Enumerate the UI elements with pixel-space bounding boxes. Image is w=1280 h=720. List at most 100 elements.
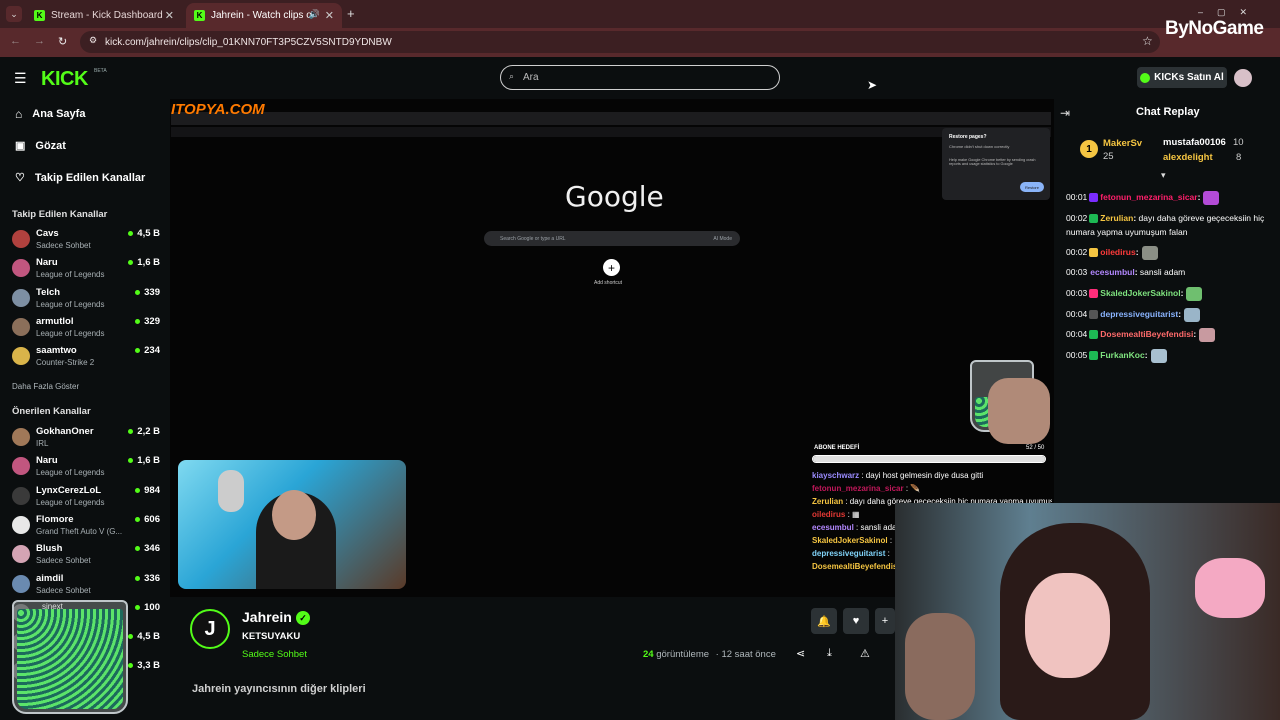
chat-username[interactable]: ecesumbul bbox=[1090, 267, 1134, 277]
channel-category: League of Legends bbox=[36, 497, 105, 507]
channel-name: Naru bbox=[36, 257, 58, 269]
tab-kick-dashboard[interactable]: K Stream - Kick Dashboard ✕ bbox=[26, 3, 182, 28]
chat-timestamp: 00:04 bbox=[1066, 309, 1088, 319]
viewer-count-value: 346 bbox=[144, 543, 160, 555]
search-input[interactable]: ⌕ Ara bbox=[500, 65, 780, 90]
viewer-count-value: 4,5 B bbox=[137, 228, 160, 239]
forward-icon[interactable]: → bbox=[34, 35, 45, 47]
leader-3-count: 8 bbox=[1236, 152, 1242, 163]
channel-avatar bbox=[12, 347, 30, 366]
channel-row[interactable]: Naru League of Legends 1,6 B bbox=[12, 255, 162, 283]
share-icon[interactable]: ⋖ bbox=[796, 647, 805, 660]
gift-button[interactable]: + bbox=[875, 608, 895, 634]
viewer-count-value: 234 bbox=[144, 345, 160, 357]
nav-home-label: Ana Sayfa bbox=[32, 108, 86, 120]
channel-row[interactable]: Naru League of Legends 1,6 B bbox=[12, 453, 162, 481]
google-logo: Google bbox=[565, 180, 664, 213]
new-tab-button[interactable]: + bbox=[347, 6, 355, 21]
chat-title: Chat Replay bbox=[1136, 106, 1200, 118]
show-more-link[interactable]: Daha Fazla Göster bbox=[12, 382, 79, 391]
chat-username[interactable]: depressiveguitarist bbox=[1100, 309, 1178, 319]
user-badge-icon bbox=[1089, 214, 1099, 224]
channel-name: armutlol bbox=[36, 315, 74, 327]
browse-icon: ▣ bbox=[15, 140, 26, 152]
leader-2-name[interactable]: mustafa00106 bbox=[1163, 137, 1226, 148]
channel-avatar[interactable]: J bbox=[190, 609, 230, 649]
chat-username[interactable]: FurkanKoc bbox=[1100, 350, 1144, 360]
channel-row[interactable]: saamtwo Counter-Strike 2 234 bbox=[12, 343, 162, 371]
leader-3-name[interactable]: alexdelight bbox=[1163, 152, 1213, 163]
nav-following[interactable]: ♡ Takip Edilen Kanallar bbox=[15, 171, 145, 185]
url-field[interactable]: ⚙ kick.com/jahrein/clips/clip_01KNN70FT3… bbox=[80, 31, 1160, 53]
download-icon[interactable]: ⤓ bbox=[827, 647, 832, 660]
channel-row[interactable]: Flomore Grand Theft Auto V (G... 606 bbox=[12, 512, 162, 540]
chat-message: 00:02 oiledirus: bbox=[1066, 245, 1276, 260]
notification-bell-button[interactable]: 🔔 bbox=[811, 608, 837, 634]
in-video-chat-user: SkaledJokerSakinol bbox=[812, 536, 888, 545]
channel-row[interactable]: GokhanOner IRL 2,2 B bbox=[12, 424, 162, 452]
microphone bbox=[218, 470, 244, 512]
channel-avatar bbox=[12, 457, 30, 476]
channel-row[interactable]: LynxCerezLoL League of Legends 984 bbox=[12, 483, 162, 511]
close-tab-icon[interactable]: ✕ bbox=[165, 9, 174, 22]
channel-row[interactable]: Blush Sadece Sohbet 346 bbox=[12, 541, 162, 569]
bookmark-star-icon[interactable]: ☆ bbox=[1142, 34, 1153, 48]
chat-username[interactable]: SkaledJokerSakinol bbox=[1100, 288, 1180, 298]
reload-icon[interactable]: ↻ bbox=[58, 35, 67, 48]
site-info-icon[interactable]: ⚙ bbox=[89, 35, 97, 46]
chat-username[interactable]: Zerulian bbox=[1100, 213, 1133, 223]
sub-goal-progress-fill bbox=[813, 456, 1045, 462]
mouse-cursor-icon: ➤ bbox=[867, 78, 878, 92]
other-clips-heading: Jahrein yayıncısının diğer klipleri bbox=[192, 683, 366, 695]
channel-row[interactable]: Telch League of Legends 339 bbox=[12, 285, 162, 313]
chat-username[interactable]: DosemealtiBeyefendisi bbox=[1100, 329, 1193, 339]
buy-kicks-button[interactable]: KICKs Satın Al bbox=[1137, 67, 1227, 88]
chat-username[interactable]: oiledirus bbox=[1100, 247, 1135, 257]
report-icon[interactable]: ⚠ bbox=[860, 647, 870, 660]
user-badge-icon bbox=[1089, 351, 1099, 361]
viewer-count-value: 336 bbox=[144, 572, 160, 584]
hamburger-menu-icon[interactable]: ☰ bbox=[14, 70, 27, 87]
chat-timestamp: 00:03 bbox=[1066, 288, 1088, 298]
tab-list-button[interactable]: ⌄ bbox=[6, 6, 22, 22]
close-tab-icon[interactable]: ✕ bbox=[325, 9, 334, 22]
restore-button: Restore bbox=[1020, 182, 1044, 192]
view-label: görüntüleme bbox=[656, 649, 710, 660]
kick-favicon-icon: K bbox=[194, 10, 205, 21]
kick-logo[interactable]: KICK bbox=[41, 68, 88, 91]
leader-rank-badge: 1 bbox=[1080, 140, 1098, 158]
nav-home[interactable]: ⌂ Ana Sayfa bbox=[15, 107, 85, 121]
sub-goal-title: ABONE HEDEFİ bbox=[814, 445, 860, 451]
leader-1-count: 25 bbox=[1103, 151, 1114, 162]
stream-bookmarks-bar bbox=[171, 127, 1051, 137]
nav-browse[interactable]: ▣ Gözat bbox=[15, 139, 66, 153]
live-dot-icon bbox=[128, 231, 134, 236]
chat-timestamp: 00:03 bbox=[1066, 267, 1088, 277]
in-video-chat-user: kiayschwarz bbox=[812, 471, 860, 480]
channel-name: Telch bbox=[36, 286, 61, 298]
category-link[interactable]: Sadece Sohbet bbox=[242, 649, 307, 660]
speaker-icon[interactable]: 🔊 bbox=[309, 9, 320, 20]
channel-name[interactable]: Jahrein bbox=[242, 609, 292, 625]
chat-colon: : bbox=[1144, 350, 1148, 360]
channel-name: Flomore bbox=[36, 513, 74, 525]
leader-1-name[interactable]: MakerSv bbox=[1103, 138, 1142, 149]
follow-heart-button[interactable]: ♥ bbox=[843, 608, 869, 634]
in-video-chat-user: fetonun_mezarina_sicar bbox=[812, 484, 904, 493]
channel-row[interactable]: Cavs Sadece Sohbet 4,5 B bbox=[12, 226, 162, 254]
emote-icon bbox=[1141, 245, 1158, 260]
user-avatar[interactable] bbox=[1234, 69, 1252, 87]
viewer-count-value: 1,6 B bbox=[137, 257, 160, 269]
channel-row[interactable]: aimdil Sadece Sohbet 336 bbox=[12, 571, 162, 599]
window-controls[interactable]: –▢✕ bbox=[1198, 7, 1261, 18]
channel-avatar bbox=[12, 317, 30, 336]
restore-pages-dialog: Restore pages? Chrome didn't shut down c… bbox=[942, 128, 1050, 200]
chat-username[interactable]: fetonun_mezarina_sicar bbox=[1100, 192, 1197, 202]
back-icon[interactable]: ← bbox=[10, 35, 21, 47]
home-icon: ⌂ bbox=[15, 107, 23, 121]
collapse-chat-icon[interactable]: ⇥ bbox=[1060, 106, 1070, 120]
expand-leaderboard-icon[interactable]: ▾ bbox=[1161, 170, 1166, 181]
channel-row[interactable]: armutlol League of Legends 329 bbox=[12, 314, 162, 342]
in-video-chat-text: : 🪶 bbox=[903, 484, 921, 493]
tab-jahrein-clips[interactable]: K Jahrein - Watch clips on Kick 🔊 ✕ bbox=[186, 3, 342, 28]
